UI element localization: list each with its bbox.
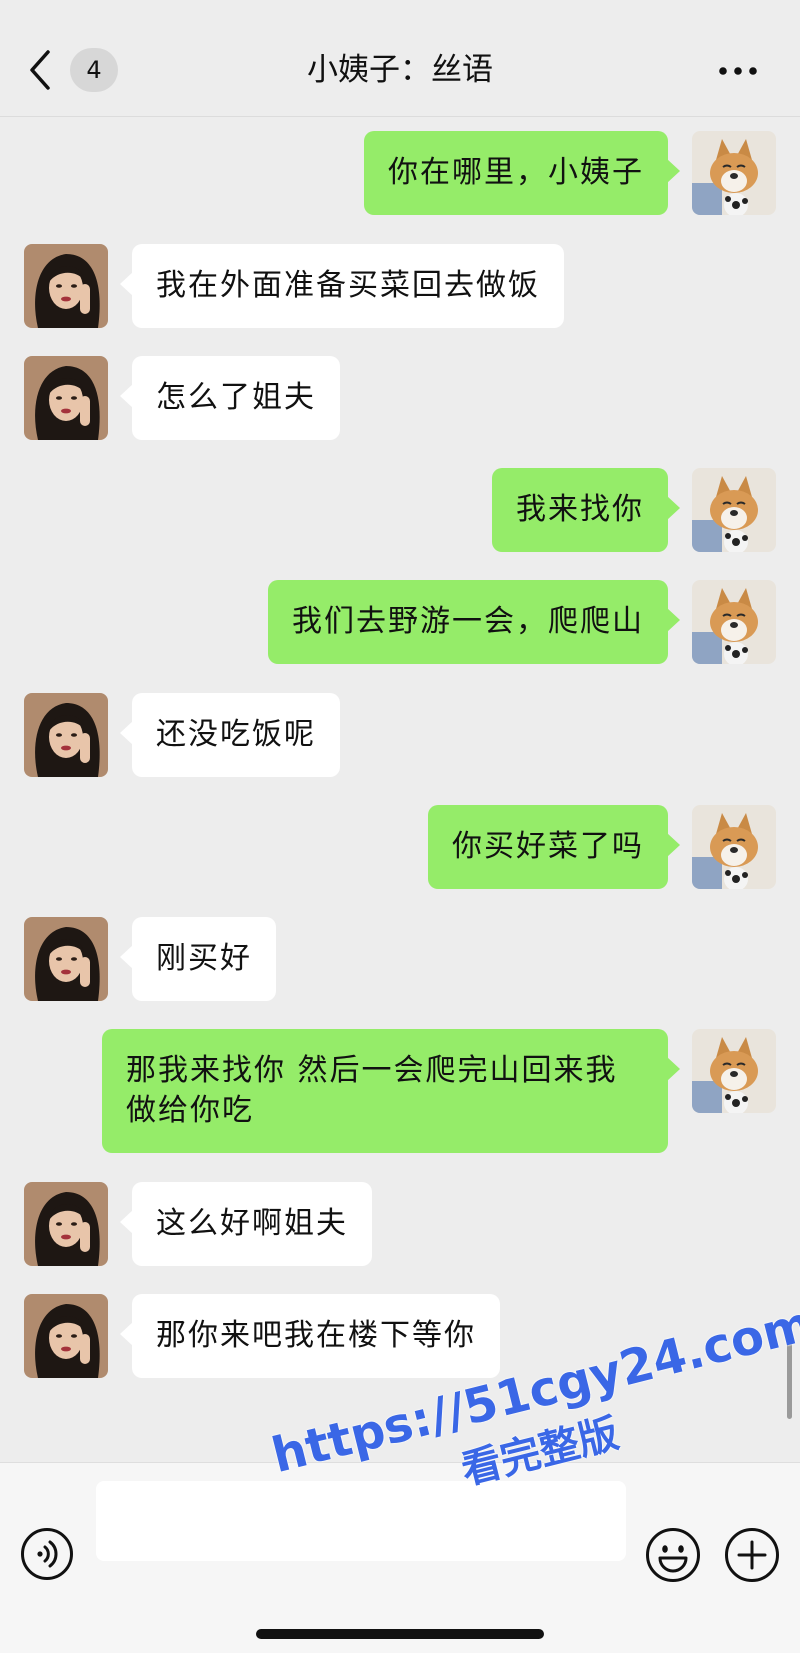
contact-avatar[interactable] xyxy=(24,917,108,1001)
plus-icon xyxy=(725,1528,779,1582)
message-received: 怎么了姐夫 xyxy=(0,356,800,440)
woman-avatar-icon xyxy=(24,693,108,777)
woman-avatar-icon xyxy=(24,244,108,328)
message-sent: 我来找你 xyxy=(0,468,800,552)
scrollbar-thumb[interactable] xyxy=(787,1333,792,1419)
emoji-icon xyxy=(646,1528,700,1582)
back-button[interactable] xyxy=(22,46,62,94)
sent-bubble[interactable]: 我来找你 xyxy=(492,468,680,552)
received-bubble[interactable]: 这么好啊姐夫 xyxy=(120,1182,372,1266)
message-received: 刚买好 xyxy=(0,917,800,1001)
more-button[interactable] xyxy=(716,54,760,88)
voice-button[interactable] xyxy=(20,1527,74,1581)
received-bubble[interactable]: 我在外面准备买菜回去做饭 xyxy=(120,244,564,328)
sent-bubble[interactable]: 你在哪里，小姨子 xyxy=(364,131,680,215)
my-avatar[interactable] xyxy=(692,805,776,889)
message-received: 这么好啊姐夫 xyxy=(0,1182,800,1266)
woman-avatar-icon xyxy=(24,1294,108,1378)
home-indicator[interactable] xyxy=(256,1629,544,1639)
contact-avatar[interactable] xyxy=(24,1294,108,1378)
dog-avatar-icon xyxy=(692,131,776,215)
message-list[interactable]: 你在哪里，小姨子 我在外面准备买菜回去做饭 怎么了姐夫 我来找你 我们去野游一会… xyxy=(0,117,800,1462)
my-avatar[interactable] xyxy=(692,1029,776,1113)
contact-avatar[interactable] xyxy=(24,356,108,440)
message-sent: 那我来找你 然后一会爬完山回来我做给你吃 xyxy=(0,1029,800,1153)
more-functions-button[interactable] xyxy=(724,1527,780,1583)
received-bubble[interactable]: 还没吃饭呢 xyxy=(120,693,340,777)
dog-avatar-icon xyxy=(692,580,776,664)
my-avatar[interactable] xyxy=(692,468,776,552)
message-received: 那你来吧我在楼下等你 xyxy=(0,1294,800,1378)
woman-avatar-icon xyxy=(24,917,108,1001)
received-bubble[interactable]: 刚买好 xyxy=(120,917,276,1001)
dog-avatar-icon xyxy=(692,805,776,889)
chevron-left-icon xyxy=(30,50,50,90)
contact-avatar[interactable] xyxy=(24,693,108,777)
contact-avatar[interactable] xyxy=(24,1182,108,1266)
dog-avatar-icon xyxy=(692,1029,776,1113)
my-avatar[interactable] xyxy=(692,131,776,215)
woman-avatar-icon xyxy=(24,356,108,440)
message-received: 还没吃饭呢 xyxy=(0,693,800,777)
dog-avatar-icon xyxy=(692,468,776,552)
chat-header: 4 小姨子：丝语 xyxy=(0,0,800,117)
contact-avatar[interactable] xyxy=(24,244,108,328)
received-bubble[interactable]: 那你来吧我在楼下等你 xyxy=(120,1294,500,1378)
sent-bubble[interactable]: 那我来找你 然后一会爬完山回来我做给你吃 xyxy=(102,1029,680,1153)
sent-bubble[interactable]: 我们去野游一会，爬爬山 xyxy=(268,580,680,664)
voice-icon xyxy=(21,1528,73,1580)
message-sent: 我们去野游一会，爬爬山 xyxy=(0,580,800,664)
message-sent: 你买好菜了吗 xyxy=(0,805,800,889)
message-received: 我在外面准备买菜回去做饭 xyxy=(0,244,800,328)
received-bubble[interactable]: 怎么了姐夫 xyxy=(120,356,340,440)
emoji-button[interactable] xyxy=(645,1527,701,1583)
sent-bubble[interactable]: 你买好菜了吗 xyxy=(428,805,680,889)
message-sent: 你在哪里，小姨子 xyxy=(0,131,800,215)
my-avatar[interactable] xyxy=(692,580,776,664)
chat-title: 小姨子：丝语 xyxy=(307,52,493,88)
woman-avatar-icon xyxy=(24,1182,108,1266)
message-input[interactable] xyxy=(96,1481,626,1561)
more-dots-icon xyxy=(719,67,757,75)
unread-count-badge[interactable]: 4 xyxy=(70,48,118,92)
input-bar xyxy=(0,1462,800,1653)
